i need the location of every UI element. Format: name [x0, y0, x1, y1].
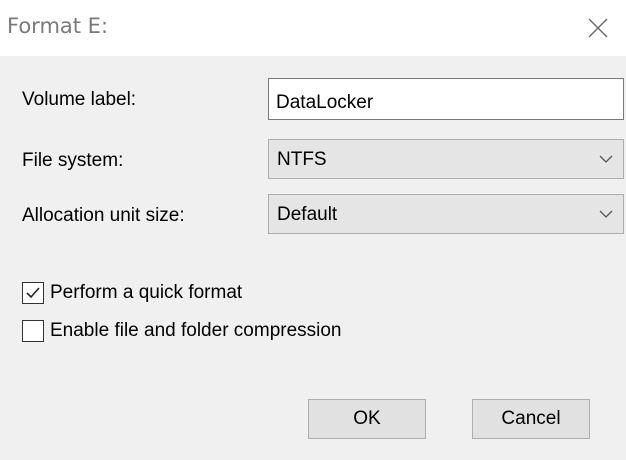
- close-button[interactable]: [570, 0, 626, 56]
- compression-label[interactable]: Enable file and folder compression: [50, 320, 342, 342]
- file-system-select[interactable]: NTFS: [268, 139, 624, 179]
- compression-option[interactable]: Enable file and folder compression: [22, 318, 342, 344]
- ok-button[interactable]: OK: [308, 399, 426, 439]
- file-system-label: File system:: [22, 150, 124, 171]
- volume-label-input[interactable]: [268, 78, 624, 120]
- quick-format-label[interactable]: Perform a quick format: [50, 282, 242, 304]
- dialog-title: Format E:: [7, 14, 109, 38]
- allocation-unit-size-value: Default: [277, 204, 338, 225]
- allocation-unit-size-label: Allocation unit size:: [22, 205, 185, 226]
- file-system-value: NTFS: [277, 149, 327, 170]
- compression-checkbox[interactable]: [22, 320, 44, 342]
- chevron-down-icon: [599, 155, 613, 163]
- quick-format-checkbox[interactable]: [22, 282, 44, 304]
- allocation-unit-size-select[interactable]: Default: [268, 194, 624, 234]
- chevron-down-icon: [599, 210, 613, 218]
- title-bar: Format E:: [0, 0, 626, 56]
- volume-label-label: Volume label:: [22, 89, 137, 110]
- format-dialog: Format E: Volume label: File system: NTF…: [0, 0, 626, 460]
- checkmark-icon: [26, 287, 40, 299]
- quick-format-option[interactable]: Perform a quick format: [22, 280, 242, 306]
- cancel-button[interactable]: Cancel: [472, 399, 590, 439]
- close-icon: [588, 18, 608, 38]
